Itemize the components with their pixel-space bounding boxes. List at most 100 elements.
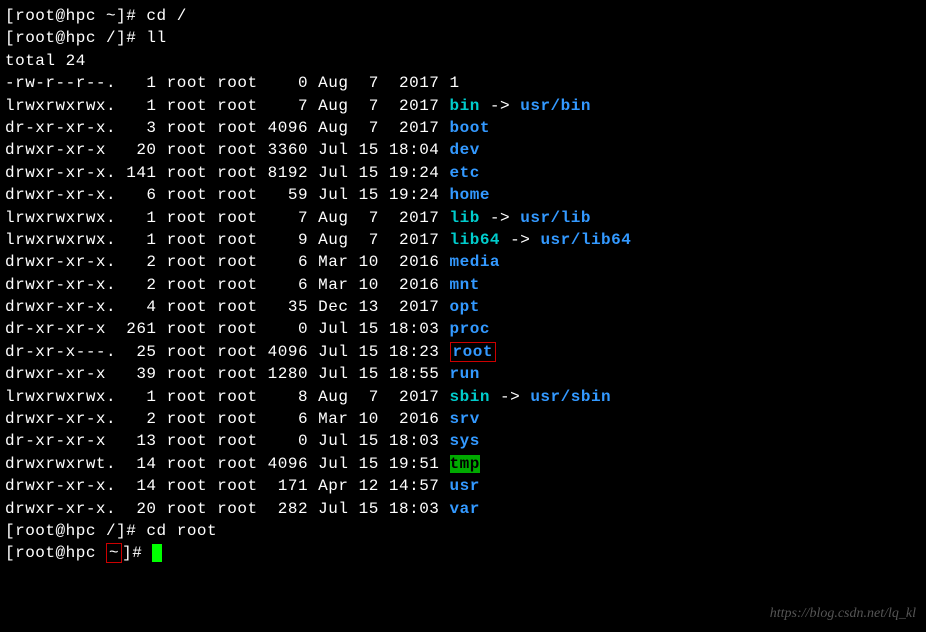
highlighted-name: root	[450, 342, 496, 362]
permissions: drwxrwxrwt.	[5, 455, 116, 473]
prompt-part: ]#	[122, 544, 152, 562]
date: Aug 7 2017	[308, 119, 439, 137]
group: root	[207, 410, 258, 428]
file-name: home	[450, 186, 490, 204]
file-entry: drwxr-xr-x. 141 root root 8192 Jul 15 19…	[5, 162, 921, 184]
symlink-arrow: ->	[500, 231, 540, 249]
file-entry: drwxr-xr-x 20 root root 3360 Jul 15 18:0…	[5, 139, 921, 161]
permissions: drwxr-xr-x.	[5, 500, 116, 518]
file-entry: lrwxrwxrwx. 1 root root 7 Aug 7 2017 lib…	[5, 207, 921, 229]
file-name: usr	[450, 477, 480, 495]
permissions: drwxr-xr-x.	[5, 298, 116, 316]
terminal-output[interactable]: [root@hpc ~]# cd / [root@hpc /]# ll tota…	[5, 5, 921, 565]
link-count: 6	[116, 186, 156, 204]
prompt: [root@hpc /]#	[5, 522, 146, 540]
permissions: drwxr-xr-x.	[5, 410, 116, 428]
group: root	[207, 455, 258, 473]
date: Jul 15 18:04	[308, 141, 439, 159]
file-name: 1	[450, 74, 460, 92]
link-count: 2	[116, 253, 156, 271]
date: Jul 15 18:03	[308, 432, 439, 450]
link-count: 1	[116, 97, 156, 115]
file-entry: drwxr-xr-x. 14 root root 171 Apr 12 14:5…	[5, 475, 921, 497]
owner: root	[157, 320, 208, 338]
command-line-active[interactable]: [root@hpc ~]#	[5, 542, 921, 564]
file-entry: drwxr-xr-x. 20 root root 282 Jul 15 18:0…	[5, 498, 921, 520]
file-name: tmp	[450, 455, 480, 473]
command-line: [root@hpc /]# ll	[5, 27, 921, 49]
file-name: srv	[450, 410, 480, 428]
symlink-arrow: ->	[480, 97, 520, 115]
size: 4096	[258, 455, 309, 473]
size: 1280	[258, 365, 309, 383]
owner: root	[157, 119, 208, 137]
permissions: lrwxrwxrwx.	[5, 97, 116, 115]
link-count: 25	[116, 343, 156, 361]
permissions: drwxr-xr-x	[5, 365, 116, 383]
file-entry: lrwxrwxrwx. 1 root root 7 Aug 7 2017 bin…	[5, 95, 921, 117]
date: Aug 7 2017	[308, 388, 439, 406]
group: root	[207, 97, 258, 115]
link-count: 4	[116, 298, 156, 316]
symlink-target: usr/lib64	[540, 231, 631, 249]
file-entry: drwxr-xr-x. 4 root root 35 Dec 13 2017 o…	[5, 296, 921, 318]
group: root	[207, 209, 258, 227]
group: root	[207, 186, 258, 204]
file-entry: lrwxrwxrwx. 1 root root 8 Aug 7 2017 sbi…	[5, 386, 921, 408]
command-line: [root@hpc /]# cd root	[5, 520, 921, 542]
permissions: dr-xr-xr-x.	[5, 119, 116, 137]
size: 0	[258, 432, 309, 450]
size: 8	[258, 388, 309, 406]
file-name: var	[450, 500, 480, 518]
size: 6	[258, 410, 309, 428]
file-entry: dr-xr-x---. 25 root root 4096 Jul 15 18:…	[5, 341, 921, 363]
file-entry: lrwxrwxrwx. 1 root root 9 Aug 7 2017 lib…	[5, 229, 921, 251]
link-count: 1	[116, 231, 156, 249]
size: 7	[258, 209, 309, 227]
size: 7	[258, 97, 309, 115]
date: Mar 10 2016	[308, 253, 439, 271]
date: Dec 13 2017	[308, 298, 439, 316]
file-entry: dr-xr-xr-x 261 root root 0 Jul 15 18:03 …	[5, 318, 921, 340]
permissions: drwxr-xr-x.	[5, 186, 116, 204]
link-count: 1	[116, 209, 156, 227]
file-name: lib64	[450, 231, 501, 249]
owner: root	[157, 477, 208, 495]
group: root	[207, 343, 258, 361]
size: 6	[258, 276, 309, 294]
permissions: drwxr-xr-x.	[5, 477, 116, 495]
permissions: lrwxrwxrwx.	[5, 231, 116, 249]
file-name: root	[453, 343, 493, 361]
file-name: boot	[450, 119, 490, 137]
file-name: opt	[450, 298, 480, 316]
link-count: 20	[116, 141, 156, 159]
owner: root	[157, 410, 208, 428]
size: 4096	[258, 119, 309, 137]
date: Jul 15 18:23	[308, 343, 439, 361]
date: Jul 15 19:24	[308, 164, 439, 182]
size: 171	[258, 477, 309, 495]
size: 35	[258, 298, 309, 316]
group: root	[207, 477, 258, 495]
permissions: dr-xr-xr-x	[5, 432, 116, 450]
file-name: proc	[450, 320, 490, 338]
link-count: 2	[116, 276, 156, 294]
symlink-arrow: ->	[490, 388, 530, 406]
file-name: etc	[450, 164, 480, 182]
link-count: 13	[116, 432, 156, 450]
file-name: mnt	[450, 276, 480, 294]
date: Jul 15 18:55	[308, 365, 439, 383]
link-count: 2	[116, 410, 156, 428]
tilde-highlighted: ~	[106, 543, 122, 563]
symlink-target: usr/sbin	[530, 388, 611, 406]
owner: root	[157, 432, 208, 450]
owner: root	[157, 365, 208, 383]
date: Jul 15 18:03	[308, 320, 439, 338]
prompt: [root@hpc /]#	[5, 29, 146, 47]
link-count: 39	[116, 365, 156, 383]
file-name: sbin	[450, 388, 490, 406]
link-count: 14	[116, 477, 156, 495]
size: 59	[258, 186, 309, 204]
group: root	[207, 320, 258, 338]
permissions: -rw-r--r--.	[5, 74, 116, 92]
